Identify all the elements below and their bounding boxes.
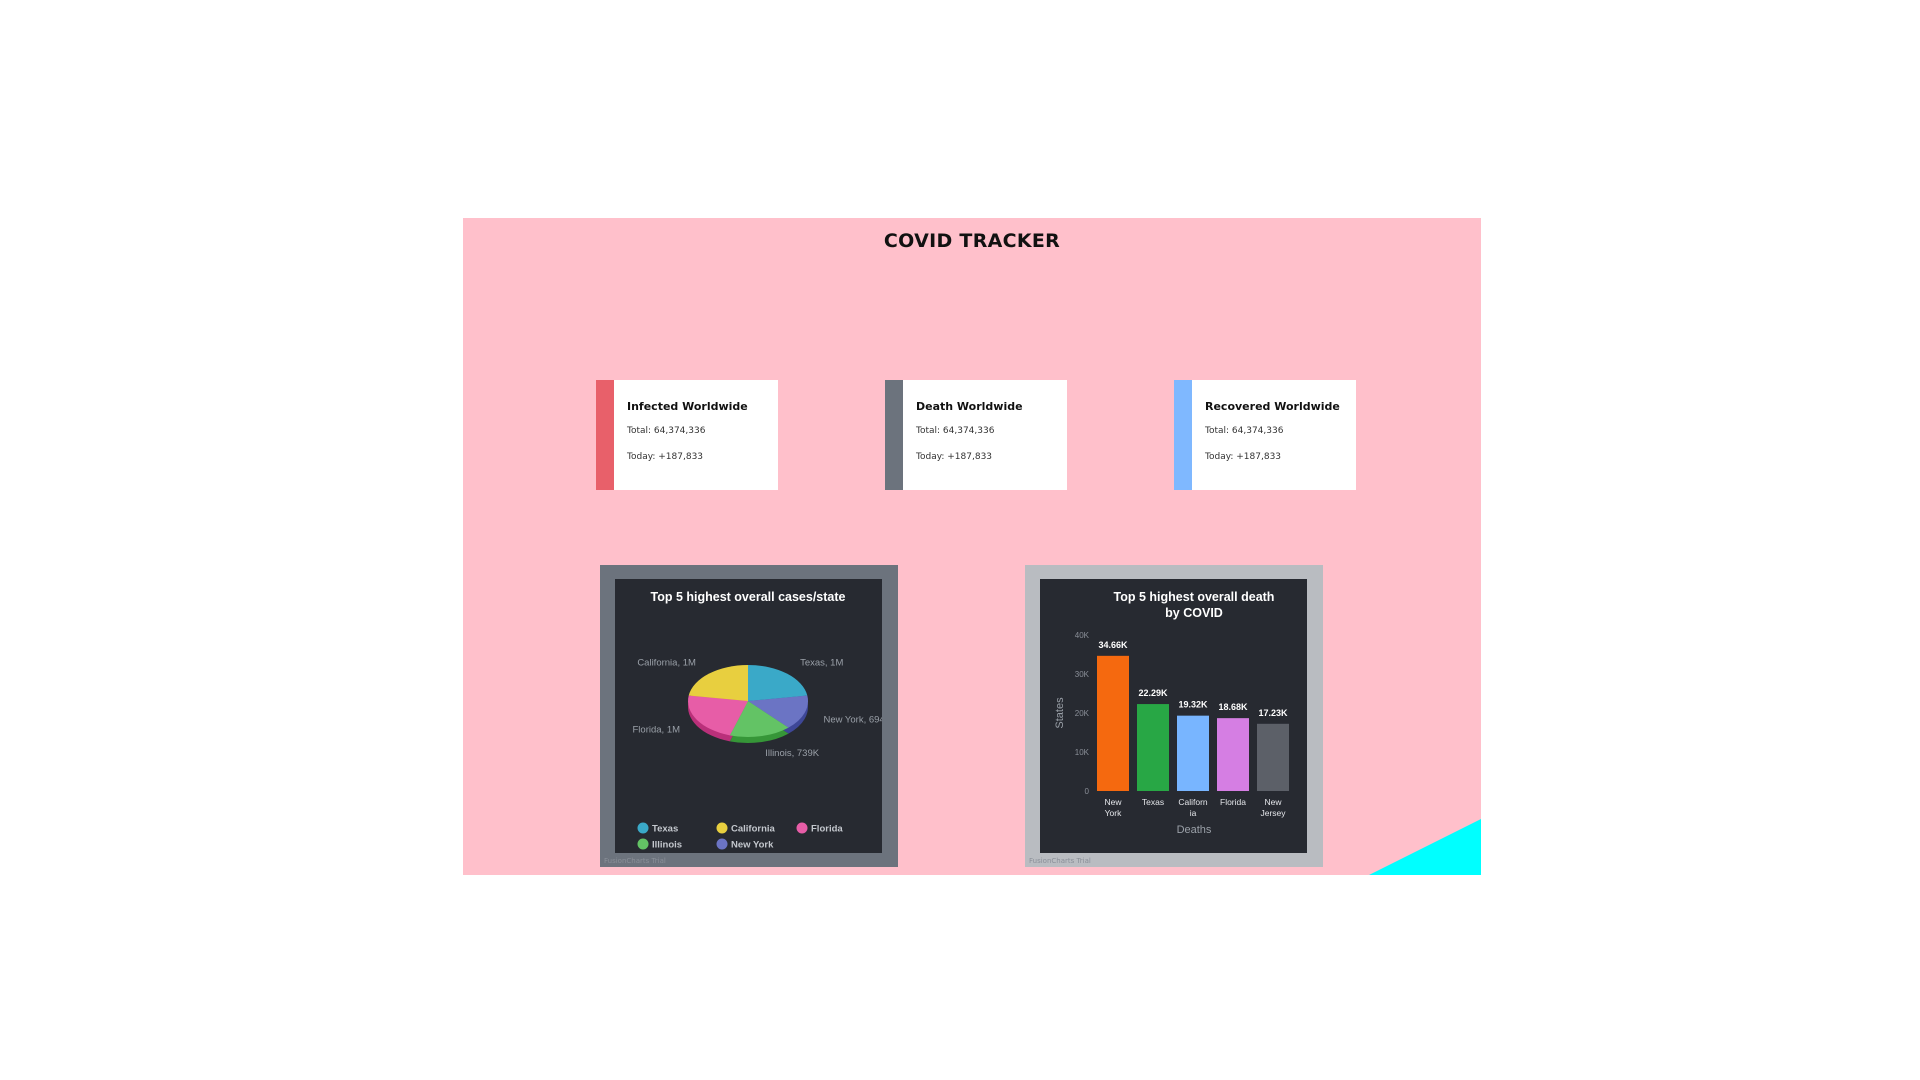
infected-today: Today: +187,833 <box>627 452 704 462</box>
death-color-bar <box>885 380 903 490</box>
pie-trial-watermark: FusionCharts Trial <box>604 857 666 865</box>
pie-chart-title: Top 5 highest overall cases/state <box>651 590 846 604</box>
recovered-color-bar <box>1174 380 1192 490</box>
bar-california[interactable] <box>1177 715 1209 791</box>
dashboard-panel: COVID TRACKER Infected Worldwide Total: … <box>463 218 1481 875</box>
legend-item-new-york[interactable]: New York <box>716 838 775 851</box>
pie-label-florida: Florida, 1M <box>633 724 681 735</box>
death-title: Death Worldwide <box>916 400 1023 413</box>
bar-chart-title: Top 5 highest overall death <box>1114 590 1275 604</box>
legend-marker <box>637 822 649 834</box>
pie-slice-texas <box>748 665 808 701</box>
bar-chart-panel: Top 5 highest overall death by COVID 0 10K 2… <box>1025 565 1323 867</box>
bar-new-york[interactable] <box>1097 655 1129 791</box>
y-tick-label: 20K <box>1075 709 1090 718</box>
x-tick-label-new-jersey: New <box>1264 797 1282 807</box>
x-tick-label-texas: Texas <box>1142 797 1164 807</box>
pie-chart-panel: Top 5 highest overall cases/state Texas, … <box>600 565 898 867</box>
x-axis-label: Deaths <box>1177 824 1212 836</box>
recovered-total: Total: 64,374,336 <box>1205 426 1284 436</box>
x-tick-label-new-york: York <box>1105 808 1122 818</box>
y-axis-label: States <box>1054 697 1066 729</box>
bar-florida[interactable] <box>1217 718 1249 791</box>
x-tick-label-california: ia <box>1190 808 1197 818</box>
legend-item-florida[interactable]: Florida <box>796 822 844 835</box>
y-tick-label: 0 <box>1085 787 1090 796</box>
legend-marker <box>716 838 728 850</box>
corner-decoration <box>1369 819 1481 875</box>
death-total: Total: 64,374,336 <box>916 426 995 436</box>
bar-value-label-texas: 22.29K <box>1138 688 1168 698</box>
pie-chart-area[interactable]: Top 5 highest overall cases/state Texas, … <box>615 579 892 853</box>
bar-chart[interactable]: Top 5 highest overall death by COVID 0 10K 2… <box>1040 579 1307 853</box>
x-tick-label-new-york: New <box>1104 797 1122 807</box>
pie-label-illinois: Illinois, 739K <box>765 748 820 759</box>
recovered-card: Recovered Worldwide Total: 64,374,336 To… <box>1174 380 1356 490</box>
infected-color-bar <box>596 380 614 490</box>
legend-label: California <box>731 824 776 835</box>
page-title: COVID TRACKER <box>883 230 1061 252</box>
y-tick-label: 10K <box>1075 748 1090 757</box>
y-tick-label: 40K <box>1075 631 1090 640</box>
x-tick-label-florida: Florida <box>1220 797 1246 807</box>
legend-label: Illinois <box>652 840 682 851</box>
bar-chart-area[interactable]: Top 5 highest overall death by COVID 0 10K 2… <box>1040 579 1307 853</box>
recovered-title: Recovered Worldwide <box>1205 400 1340 413</box>
pie-label-california: California, 1M <box>637 658 696 669</box>
bar-trial-watermark: FusionCharts Trial <box>1029 857 1091 865</box>
bar-chart-title-line2: by COVID <box>1165 606 1223 620</box>
legend-item-texas[interactable]: Texas <box>637 822 679 835</box>
legend-item-illinois[interactable]: Illinois <box>637 838 683 851</box>
legend-label: Florida <box>811 824 843 835</box>
bar-value-label-florida: 18.68K <box>1218 702 1248 712</box>
legend-marker <box>637 838 649 850</box>
legend-marker <box>796 822 808 834</box>
x-tick-label-new-jersey: Jersey <box>1260 808 1286 818</box>
infected-title: Infected Worldwide <box>627 400 748 413</box>
legend-label: New York <box>731 840 774 851</box>
death-today: Today: +187,833 <box>916 452 993 462</box>
infected-card: Infected Worldwide Total: 64,374,336 Tod… <box>596 380 778 490</box>
bar-new-jersey[interactable] <box>1257 723 1289 791</box>
x-tick-label-california: Californ <box>1178 797 1208 807</box>
pie-label-texas: Texas, 1M <box>800 658 843 669</box>
bar-value-label-new-york: 34.66K <box>1098 640 1128 650</box>
legend-item-california[interactable]: California <box>716 822 776 835</box>
y-tick-label: 30K <box>1075 670 1090 679</box>
bar-texas[interactable] <box>1137 704 1169 791</box>
bar-value-label-california: 19.32K <box>1178 700 1208 710</box>
pie-slice-california <box>688 665 748 701</box>
pie-label-new-york: New York, 694K <box>823 714 882 725</box>
infected-total: Total: 64,374,336 <box>627 426 706 436</box>
legend-label: Texas <box>652 824 678 835</box>
legend-marker <box>716 822 728 834</box>
recovered-today: Today: +187,833 <box>1205 452 1282 462</box>
pie-chart[interactable]: Top 5 highest overall cases/state Texas, … <box>615 579 892 853</box>
bar-value-label-new-jersey: 17.23K <box>1258 708 1288 718</box>
death-card: Death Worldwide Total: 64,374,336 Today:… <box>885 380 1067 490</box>
